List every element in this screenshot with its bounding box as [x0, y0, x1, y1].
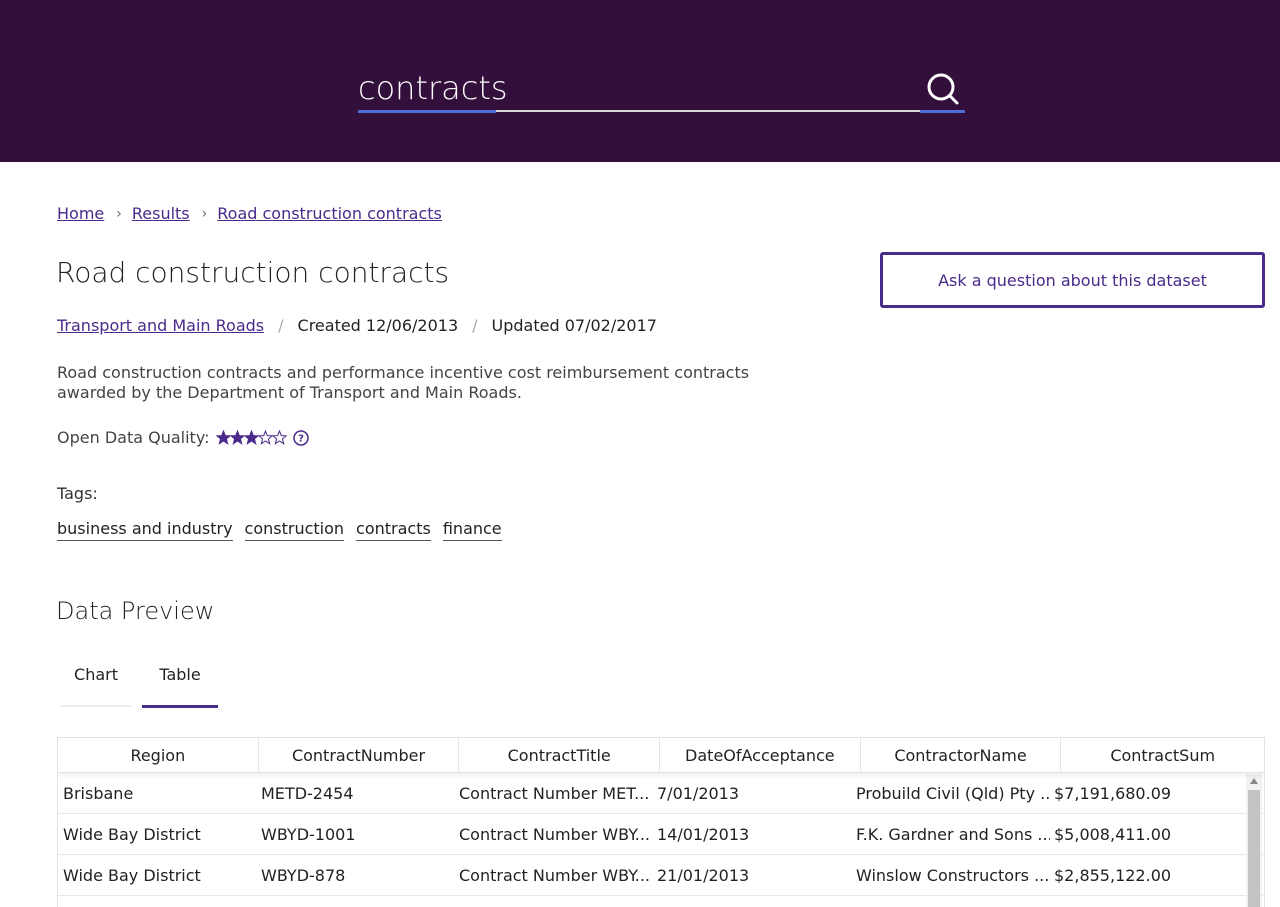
table-cell: $7,191,680.09: [1054, 783, 1172, 803]
breadcrumb-results[interactable]: Results: [132, 204, 190, 223]
site-header: [0, 0, 1280, 162]
table-row: [58, 896, 1264, 907]
table-cell: Contract Number WBY...: [459, 824, 650, 844]
tag-list: business and industry construction contr…: [57, 519, 514, 541]
star-filled-icon: [215, 430, 231, 445]
table-row: Brisbane METD-2454 Contract Number MET..…: [58, 773, 1264, 814]
ask-question-button[interactable]: Ask a question about this dataset: [880, 252, 1265, 308]
tab-chart[interactable]: Chart: [58, 660, 134, 708]
quality-stars: [215, 430, 287, 445]
data-table: Region ContractNumber ContractTitle Date…: [57, 737, 1265, 907]
updated-date: Updated 07/02/2017: [491, 316, 657, 335]
table-cell: F.K. Gardner and Sons ...: [856, 824, 1050, 844]
table-cell: Contract Number WBY...: [459, 865, 650, 885]
dataset-meta: Transport and Main Roads / Created 12/06…: [57, 316, 657, 335]
table-cell: METD-2454: [261, 783, 354, 803]
tag-link[interactable]: finance: [442, 519, 502, 541]
table-cell: Contract Number MET...: [459, 783, 650, 803]
breadcrumb-home[interactable]: Home: [57, 204, 104, 223]
breadcrumb: Home › Results › Road construction contr…: [57, 204, 442, 223]
column-header-region[interactable]: Region: [58, 738, 259, 773]
table-cell: 7/01/2013: [657, 783, 740, 803]
breadcrumb-separator: ›: [201, 205, 208, 222]
publisher-link[interactable]: Transport and Main Roads: [57, 316, 264, 335]
table-cell: 14/01/2013: [657, 824, 750, 844]
tag-link[interactable]: construction: [244, 519, 345, 541]
page-title: Road construction contracts: [56, 256, 450, 289]
column-header-date-of-acceptance[interactable]: DateOfAcceptance: [660, 738, 861, 773]
table-cell: Probuild Civil (Qld) Pty ...: [856, 783, 1050, 803]
table-cell: Wide Bay District: [63, 865, 201, 885]
star-filled-icon: [243, 430, 259, 445]
tag-link[interactable]: contracts: [356, 519, 431, 541]
table-cell: $2,855,122.00: [1054, 865, 1172, 885]
scroll-up-button[interactable]: [1246, 774, 1262, 788]
star-filled-icon: [229, 430, 245, 445]
table-cell: WBYD-878: [261, 865, 346, 885]
table-cell: $5,008,411.00: [1054, 824, 1172, 844]
meta-separator: /: [278, 316, 284, 335]
star-empty-icon: [271, 430, 287, 445]
open-data-quality: Open Data Quality: ?: [57, 428, 309, 447]
created-date: Created 12/06/2013: [297, 316, 459, 335]
table-scrollbar[interactable]: [1246, 774, 1262, 907]
column-header-contract-number[interactable]: ContractNumber: [259, 738, 460, 773]
meta-separator: /: [472, 316, 478, 335]
quality-label: Open Data Quality:: [57, 428, 210, 447]
column-header-contractor-name[interactable]: ContractorName: [861, 738, 1062, 773]
table-body: Brisbane METD-2454 Contract Number MET..…: [58, 773, 1264, 907]
column-header-contract-title[interactable]: ContractTitle: [459, 738, 661, 773]
table-cell: Wide Bay District: [63, 824, 201, 844]
help-icon[interactable]: ?: [292, 429, 309, 446]
dataset-description: Road construction contracts and performa…: [57, 363, 750, 402]
search-button[interactable]: [924, 70, 964, 108]
table-row: Wide Bay District WBYD-1001 Contract Num…: [58, 814, 1264, 855]
tab-table[interactable]: Table: [142, 660, 218, 708]
preview-tabs: Chart Table: [58, 660, 218, 708]
search-underline-accent: [358, 110, 496, 113]
table-cell: WBYD-1001: [261, 824, 356, 844]
search-underline-accent-right: [920, 110, 965, 113]
table-header: Region ContractNumber ContractTitle Date…: [58, 738, 1264, 773]
search-bar: [358, 64, 965, 114]
tag-link[interactable]: business and industry: [57, 519, 233, 541]
table-cell: 21/01/2013: [657, 865, 750, 885]
search-input[interactable]: [358, 64, 918, 112]
scroll-thumb[interactable]: [1248, 790, 1260, 907]
table-row: Wide Bay District WBYD-878 Contract Numb…: [58, 855, 1264, 896]
column-header-contract-sum[interactable]: ContractSum: [1061, 738, 1264, 773]
breadcrumb-separator: ›: [116, 205, 122, 222]
svg-text:?: ?: [298, 433, 304, 444]
data-preview-title: Data Preview: [56, 597, 215, 625]
search-icon: [927, 73, 959, 105]
star-empty-icon: [257, 430, 273, 445]
tags-label: Tags:: [57, 484, 98, 503]
table-cell: Winslow Constructors ...: [856, 865, 1050, 885]
breadcrumb-current[interactable]: Road construction contracts: [217, 204, 442, 223]
chevron-up-icon: [1250, 778, 1258, 784]
table-cell: Brisbane: [63, 783, 134, 803]
